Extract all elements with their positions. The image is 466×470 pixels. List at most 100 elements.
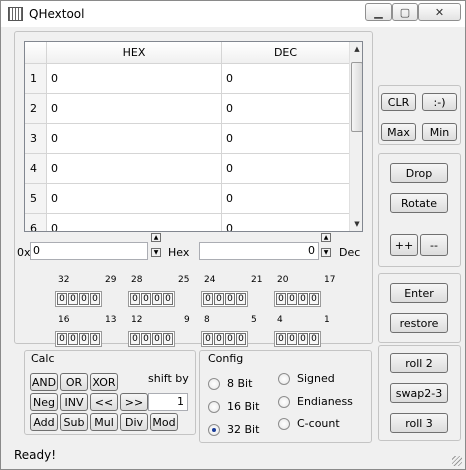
hex-spin-down[interactable]: ▼ [151,248,161,257]
radio-16bit-label[interactable]: 16 Bit [227,400,259,413]
row-number[interactable]: 4 [25,154,47,184]
bit-toggle[interactable]: 0 [276,333,286,345]
div-button[interactable]: Div [120,413,148,431]
radio-8bit-label[interactable]: 8 Bit [227,377,252,390]
smile-button[interactable]: :-) [422,93,457,111]
drop-button[interactable]: Drop [390,163,448,183]
hex-cell[interactable]: 0 [47,94,222,124]
bit-toggle[interactable]: 0 [79,293,89,305]
radio-signed[interactable] [278,373,290,385]
bit-toggle[interactable]: 0 [141,333,151,345]
minimize-button[interactable]: ▁ [365,3,392,21]
radio-16bit[interactable] [208,401,220,413]
bit-toggle[interactable]: 0 [309,333,319,345]
table-scrollbar[interactable]: ▲ ▼ [349,42,362,231]
bit-toggle[interactable]: 0 [57,293,67,305]
column-header-hex[interactable]: HEX [47,42,222,64]
bit-toggle[interactable]: 0 [141,293,151,305]
resize-grip-icon[interactable] [452,456,462,466]
or-button[interactable]: OR [60,373,88,391]
dec-spin-down[interactable]: ▼ [321,248,331,257]
add-button[interactable]: Add [30,413,58,431]
bit-toggle[interactable]: 0 [57,333,67,345]
row-number[interactable]: 1 [25,64,47,94]
radio-32bit[interactable] [208,424,220,436]
bit-toggle[interactable]: 0 [163,333,173,345]
bit-toggle[interactable]: 0 [79,333,89,345]
bit-toggle[interactable]: 0 [90,293,100,305]
bit-toggle[interactable]: 0 [214,293,224,305]
dec-input[interactable]: 0 [199,242,319,260]
dec-cell[interactable]: 0 [222,64,349,94]
sub-button[interactable]: Sub [60,413,88,431]
radio-c-count-label[interactable]: C-count [297,417,340,430]
bit-toggle[interactable]: 0 [130,293,140,305]
scroll-down-icon[interactable]: ▼ [350,217,362,231]
table-row[interactable]: 600 [25,214,349,231]
scroll-thumb[interactable] [351,62,362,132]
bit-toggle[interactable]: 0 [130,333,140,345]
bit-toggle[interactable]: 0 [287,293,297,305]
bit-toggle[interactable]: 0 [214,333,224,345]
neg-button[interactable]: Neg [30,393,58,411]
inv-button[interactable]: INV [60,393,88,411]
max-button[interactable]: Max [381,123,416,141]
mul-button[interactable]: Mul [90,413,118,431]
swap23-button[interactable]: swap2-3 [390,383,448,403]
hex-cell[interactable]: 0 [47,154,222,184]
radio-endianess[interactable] [278,396,290,408]
column-header-dec[interactable]: DEC [222,42,349,64]
clr-button[interactable]: CLR [381,93,416,111]
min-button[interactable]: Min [422,123,457,141]
radio-8bit[interactable] [208,378,220,390]
shift-by-input[interactable]: 1 [148,393,188,411]
radio-signed-label[interactable]: Signed [297,372,335,385]
maximize-button[interactable]: ▢ [392,3,418,21]
roll2-button[interactable]: roll 2 [390,353,448,373]
row-number[interactable]: 5 [25,184,47,214]
roll3-button[interactable]: roll 3 [390,413,448,433]
bit-toggle[interactable]: 0 [236,333,246,345]
bit-toggle[interactable]: 0 [68,293,78,305]
hex-cell[interactable]: 0 [47,184,222,214]
bit-toggle[interactable]: 0 [287,333,297,345]
hex-spin-up[interactable]: ▲ [151,233,161,242]
increment-button[interactable]: ++ [390,234,418,256]
bit-toggle[interactable]: 0 [152,293,162,305]
bit-toggle[interactable]: 0 [203,333,213,345]
xor-button[interactable]: XOR [90,373,118,391]
table-row[interactable]: 300 [25,124,349,154]
mod-button[interactable]: Mod [150,413,178,431]
dec-cell[interactable]: 0 [222,124,349,154]
decrement-button[interactable]: -- [420,234,448,256]
close-button[interactable]: ✕ [418,3,461,21]
shift-right-button[interactable]: >> [120,393,148,411]
and-button[interactable]: AND [30,373,58,391]
bit-toggle[interactable]: 0 [68,333,78,345]
hex-input[interactable]: 0 [30,242,148,260]
radio-32bit-label[interactable]: 32 Bit [227,423,259,436]
bit-toggle[interactable]: 0 [225,333,235,345]
bit-toggle[interactable]: 0 [298,293,308,305]
table-row[interactable]: 400 [25,154,349,184]
bit-toggle[interactable]: 0 [203,293,213,305]
bit-toggle[interactable]: 0 [236,293,246,305]
radio-endianess-label[interactable]: Endianess [297,395,353,408]
dec-spin-up[interactable]: ▲ [321,233,331,242]
rotate-button[interactable]: Rotate [390,193,448,213]
dec-cell[interactable]: 0 [222,184,349,214]
bit-toggle[interactable]: 0 [152,333,162,345]
hex-cell[interactable]: 0 [47,64,222,94]
table-row[interactable]: 500 [25,184,349,214]
enter-button[interactable]: Enter [390,283,448,303]
hex-cell[interactable]: 0 [47,124,222,154]
scroll-up-icon[interactable]: ▲ [350,42,362,56]
bit-toggle[interactable]: 0 [309,293,319,305]
dec-cell[interactable]: 0 [222,94,349,124]
radio-c-count[interactable] [278,418,290,430]
bit-toggle[interactable]: 0 [225,293,235,305]
bit-toggle[interactable]: 0 [90,333,100,345]
row-number[interactable]: 2 [25,94,47,124]
bit-toggle[interactable]: 0 [298,333,308,345]
hex-cell[interactable]: 0 [47,214,222,231]
